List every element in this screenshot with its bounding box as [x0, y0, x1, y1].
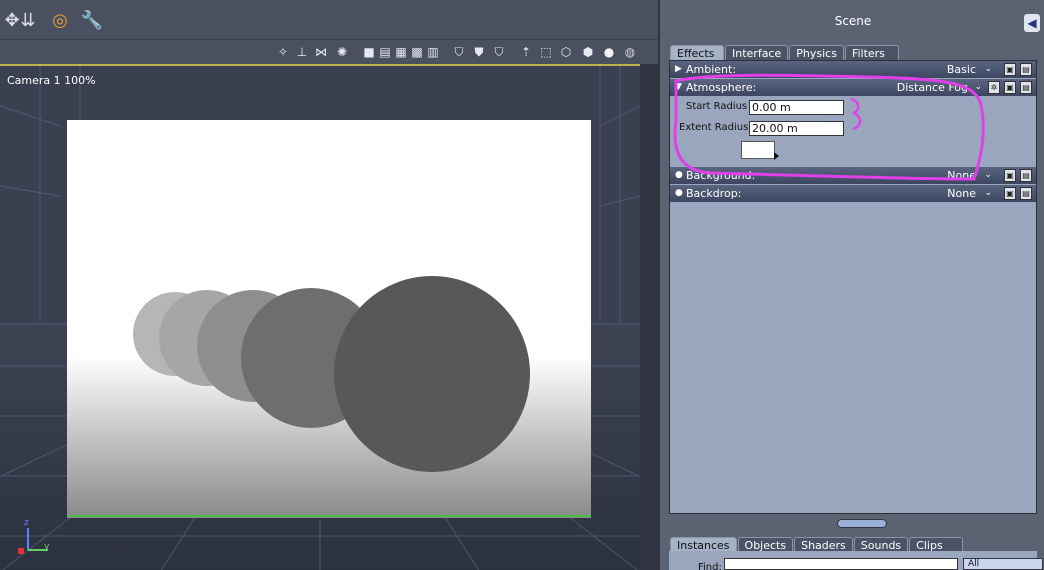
save-icon[interactable]: ▣	[1004, 63, 1016, 76]
backdrop-value[interactable]: None	[947, 185, 976, 202]
tab-sounds[interactable]: Sounds	[853, 537, 909, 552]
extent-radius-label: Extent Radius	[679, 122, 749, 133]
start-radius-input[interactable]: 0.00 m	[749, 100, 844, 115]
chevron-down-icon[interactable]: ⌄	[984, 185, 992, 202]
solid-cube-icon[interactable]: ⬢	[580, 44, 596, 60]
dashed-cube-icon[interactable]: ⬚	[538, 44, 554, 60]
open-folder-icon[interactable]: ▤	[1020, 81, 1032, 94]
layout-single-icon[interactable]: ■	[361, 44, 377, 60]
view-toolbar: ✧ ⊥ ⋈ ✺ ■ ▤ ▦ ▩ ▥ ⛉ ⛊ ⛉ ⇡ ⬚ ⬡ ⬢ ● ◍	[0, 40, 658, 64]
shield-top-icon[interactable]: ⛉	[491, 44, 507, 60]
axis-z-label: z	[24, 518, 29, 528]
tab-interface[interactable]: Interface	[725, 45, 789, 60]
tab-effects[interactable]: Effects	[670, 45, 724, 60]
scene-panel: Scene ◀ Effects Interface Physics Filter…	[658, 0, 1044, 570]
camera-label: Camera 1 100%	[7, 74, 96, 87]
scale-tool-icon[interactable]: ⇊	[16, 8, 40, 32]
viewport-panel: ✥ ⇊ ◎ 🔧 ✧ ⊥ ⋈ ✺ ■ ▤ ▦ ▩ ▥ ⛉ ⛊ ⛉ ⇡ ⬚ ⬡ ⬢ …	[0, 0, 658, 570]
tab-clips[interactable]: Clips	[909, 537, 964, 552]
viewport-scrollbar[interactable]	[640, 64, 658, 570]
backdrop-label: Backdrop:	[686, 187, 742, 200]
background-row[interactable]: ● Background: None ⌄ ▣ ▤	[670, 167, 1036, 184]
save-icon[interactable]: ▣	[1004, 187, 1016, 200]
chevron-down-icon[interactable]: ⌄	[984, 167, 992, 184]
extent-radius-input[interactable]: 20.00 m	[749, 121, 844, 136]
filter-select[interactable]: All	[963, 558, 1043, 570]
render-preview	[67, 120, 591, 518]
start-radius-label: Start Radius	[686, 101, 748, 112]
gear-icon[interactable]: ✺	[334, 44, 350, 60]
lower-tabs: Instances Objects Shaders Sounds Clips	[670, 537, 964, 552]
chevron-down-icon[interactable]: ⌄	[974, 79, 982, 96]
backdrop-row[interactable]: ● Backdrop: None ⌄ ▣ ▤	[670, 185, 1036, 202]
collapse-arrow-icon[interactable]: ◀	[1024, 14, 1040, 32]
ambient-label: Ambient:	[686, 63, 737, 76]
target-tool-icon[interactable]: ◎	[48, 8, 72, 32]
layout-split-icon[interactable]: ▥	[425, 44, 441, 60]
color-popup-arrow-icon[interactable]	[774, 152, 779, 160]
effects-panel: ▶ Ambient: Basic ⌄ ▣ ▤ ▼ Atmosphere: Dis…	[669, 60, 1037, 514]
fog-color-swatch[interactable]	[741, 141, 775, 159]
app-window: ✥ ⇊ ◎ 🔧 ✧ ⊥ ⋈ ✺ ■ ▤ ▦ ▩ ▥ ⛉ ⛊ ⛉ ⇡ ⬚ ⬡ ⬢ …	[0, 0, 1044, 570]
panel-splitter[interactable]	[660, 516, 1044, 532]
shield-side-icon[interactable]: ⛊	[471, 44, 487, 60]
collapse-arrow-icon[interactable]: ▼	[675, 79, 682, 96]
tab-physics[interactable]: Physics	[789, 45, 844, 60]
pin-icon[interactable]: ⊥	[294, 44, 310, 60]
expand-arrow-icon[interactable]: ▶	[675, 61, 682, 78]
panel-title: Scene	[834, 14, 872, 28]
settings-icon[interactable]: ✲	[988, 81, 1000, 94]
spider-icon[interactable]: ⋈	[313, 44, 329, 60]
open-folder-icon[interactable]: ▤	[1020, 169, 1032, 182]
light-icon[interactable]: ✧	[275, 44, 291, 60]
atmosphere-row[interactable]: ▼ Atmosphere: Distance Fog ⌄ ✲ ▣ ▤	[670, 79, 1036, 96]
arrow-up-icon[interactable]: ⇡	[518, 44, 534, 60]
bullet-icon: ●	[675, 188, 683, 198]
shield-front-icon[interactable]: ⛉	[451, 44, 467, 60]
sphere-shaded-icon[interactable]: ●	[601, 44, 617, 60]
find-label: Find:	[698, 562, 722, 570]
atmosphere-value[interactable]: Distance Fog	[897, 79, 968, 96]
axis-y-label: y	[44, 542, 50, 552]
splitter-handle[interactable]	[837, 519, 887, 528]
open-folder-icon[interactable]: ▤	[1020, 63, 1032, 76]
ambient-value[interactable]: Basic	[947, 61, 976, 78]
layout-four-icon[interactable]: ▦	[393, 44, 409, 60]
tab-instances[interactable]: Instances	[670, 537, 737, 552]
background-label: Background:	[686, 169, 756, 182]
open-folder-icon[interactable]: ▤	[1020, 187, 1032, 200]
tab-filters[interactable]: Filters	[844, 45, 899, 60]
sphere-metal-icon[interactable]: ◍	[622, 44, 638, 60]
background-value[interactable]: None	[947, 167, 976, 184]
scene-tabs: Effects Interface Physics Filters	[670, 45, 900, 60]
save-icon[interactable]: ▣	[1004, 169, 1016, 182]
chevron-down-icon[interactable]: ⌄	[984, 61, 992, 78]
wire-cube-icon[interactable]: ⬡	[558, 44, 574, 60]
save-icon[interactable]: ▣	[1004, 81, 1016, 94]
fog-render-image	[67, 120, 591, 518]
wrench-tool-icon[interactable]: 🔧	[80, 8, 104, 32]
bullet-icon: ●	[675, 170, 683, 180]
tab-shaders[interactable]: Shaders	[794, 537, 853, 552]
layout-grid-icon[interactable]: ▩	[409, 44, 425, 60]
main-toolbar: ✥ ⇊ ◎ 🔧	[0, 0, 658, 40]
atmosphere-label: Atmosphere:	[686, 81, 757, 94]
3d-viewport[interactable]: Camera 1 100% z y	[0, 64, 640, 570]
ambient-row[interactable]: ▶ Ambient: Basic ⌄ ▣ ▤	[670, 61, 1036, 78]
find-input[interactable]	[724, 558, 958, 570]
tab-objects[interactable]: Objects	[737, 537, 794, 552]
layout-two-icon[interactable]: ▤	[377, 44, 393, 60]
